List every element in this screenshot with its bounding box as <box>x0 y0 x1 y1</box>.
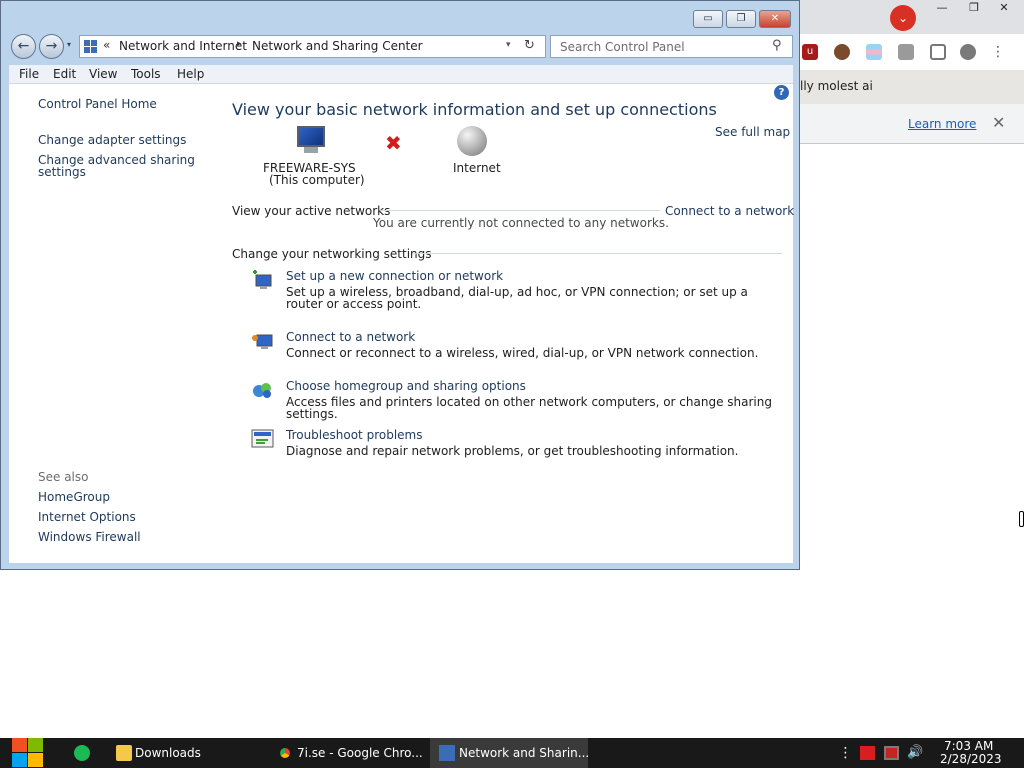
refresh-icon[interactable]: ↻ <box>524 38 535 53</box>
address-dropdown-icon[interactable]: ▾ <box>506 40 511 50</box>
clock-date[interactable]: 2/28/2023 <box>940 752 1002 766</box>
chrome-icon <box>277 745 293 761</box>
troubleshoot-icon <box>251 428 275 450</box>
chrome-title-bar: ⌄ — ❐ ✕ <box>798 0 1024 34</box>
setup-new-connection-desc: Set up a wireless, broadband, dial-up, a… <box>286 285 748 311</box>
profile-extension-icon[interactable] <box>834 44 850 60</box>
extensions-puzzle-icon[interactable] <box>898 44 914 60</box>
window-controls: ▭ ❐ ✕ <box>693 10 793 29</box>
internet-globe-icon <box>457 126 487 156</box>
menu-help[interactable]: Help <box>177 67 204 81</box>
breadcrumb-separator-icon[interactable]: ▸ <box>237 39 242 49</box>
close-button[interactable]: ✕ <box>759 10 791 28</box>
new-connection-icon <box>251 269 275 291</box>
chrome-menu-icon[interactable]: ⋮ <box>990 44 1006 60</box>
not-connected-message: You are currently not connected to any n… <box>373 216 669 230</box>
computer-subtitle-label: (This computer) <box>269 173 365 187</box>
action-center-flag-icon[interactable] <box>860 746 875 760</box>
breadcrumb-network-sharing-center[interactable]: Network and Sharing Center <box>252 39 423 53</box>
homegroup-link[interactable]: HomeGroup <box>38 491 110 503</box>
change-adapter-settings-link[interactable]: Change adapter settings <box>38 134 186 146</box>
account-avatar-icon[interactable] <box>960 44 976 60</box>
connect-to-network-task-link[interactable]: Connect to a network <box>286 330 415 344</box>
chrome-infobar: Learn more ✕ <box>798 104 1024 144</box>
active-networks-heading: View your active networks <box>232 204 391 218</box>
start-button[interactable] <box>10 738 44 768</box>
learn-more-link[interactable]: Learn more <box>908 117 976 131</box>
taskbar-item-label: 7i.se - Google Chro... <box>297 746 423 760</box>
see-full-map-link[interactable]: See full map <box>715 125 790 139</box>
internet-label: Internet <box>453 161 501 175</box>
recent-pages-dropdown[interactable]: ▾ <box>67 40 71 49</box>
chrome-minimize-button[interactable]: — <box>926 0 958 18</box>
taskbar: Downloads 7i.se - Google Chro... Network… <box>0 738 1024 768</box>
chrome-close-button[interactable]: ✕ <box>988 0 1020 18</box>
connect-to-network-desc: Connect or reconnect to a wireless, wire… <box>286 346 759 360</box>
spotify-taskbar-icon[interactable] <box>74 745 90 761</box>
network-sharing-center-window: ▭ ❐ ✕ ← → ▾ « Network and Internet ▸ Net… <box>0 0 800 570</box>
section-divider <box>413 253 782 254</box>
menu-tools[interactable]: Tools <box>131 67 161 81</box>
menu-view[interactable]: View <box>89 67 117 81</box>
control-panel-home-link[interactable]: Control Panel Home <box>38 98 157 110</box>
page-title: View your basic network information and … <box>232 100 717 119</box>
chrome-maximize-button[interactable]: ❐ <box>958 0 990 18</box>
volume-icon[interactable]: 🔊 <box>907 746 923 760</box>
homegroup-sharing-link[interactable]: Choose homegroup and sharing options <box>286 379 526 393</box>
help-icon[interactable]: ? <box>774 85 789 100</box>
side-panel-icon[interactable] <box>930 44 946 60</box>
taskbar-item-label: Network and Sharin... <box>459 746 590 760</box>
navigation-bar: ← → ▾ « Network and Internet ▸ Network a… <box>9 34 793 60</box>
infobar-close-icon[interactable]: ✕ <box>992 113 1005 132</box>
homegroup-icon <box>251 379 275 401</box>
internet-options-link[interactable]: Internet Options <box>38 511 136 523</box>
disconnected-x-icon[interactable]: ✖ <box>385 133 402 153</box>
taskbar-item-chrome[interactable]: 7i.se - Google Chro... <box>268 738 426 768</box>
chrome-partial-text: lly molest ai <box>800 79 873 93</box>
change-advanced-sharing-link[interactable]: Change advanced sharing settings <box>38 154 198 178</box>
taskbar-item-label: Downloads <box>135 746 201 760</box>
chrome-background-window: ⌄ — ❐ ✕ u ⋮ lly molest ai Learn more ✕ <box>798 0 1024 150</box>
ublock-icon[interactable]: u <box>802 44 818 60</box>
troubleshoot-problems-desc: Diagnose and repair network problems, or… <box>286 444 739 458</box>
address-bar[interactable]: « Network and Internet ▸ Network and Sha… <box>79 35 546 58</box>
menu-edit[interactable]: Edit <box>53 67 76 81</box>
content-area: Control Panel Home Change adapter settin… <box>9 84 794 563</box>
forward-button[interactable]: → <box>39 34 64 59</box>
chrome-toolbar: u ⋮ <box>798 34 1024 70</box>
search-input[interactable]: Search Control Panel <box>560 40 685 54</box>
chrome-tab-search-button[interactable]: ⌄ <box>890 5 916 31</box>
maximize-button[interactable]: ❐ <box>726 10 756 28</box>
flag-extension-icon[interactable] <box>866 44 882 60</box>
network-center-icon <box>439 745 455 761</box>
menu-bar: File Edit View Tools Help <box>9 65 793 84</box>
menu-file[interactable]: File <box>19 67 39 81</box>
see-also-heading: See also <box>38 470 89 484</box>
homegroup-sharing-desc: Access files and printers located on oth… <box>286 395 772 421</box>
breadcrumb-network-internet[interactable]: Network and Internet <box>119 39 247 53</box>
minimize-button[interactable]: ▭ <box>693 10 723 28</box>
mouse-cursor <box>1019 511 1024 527</box>
search-box[interactable]: Search Control Panel ⚲ <box>550 35 793 58</box>
control-panel-icon <box>84 40 98 53</box>
connect-to-network-link[interactable]: Connect to a network <box>665 204 794 218</box>
change-settings-heading: Change your networking settings <box>232 247 432 261</box>
chrome-page-strip: lly molest ai <box>798 70 1024 104</box>
taskbar-item-downloads[interactable]: Downloads <box>106 738 264 768</box>
taskbar-item-network-center[interactable]: Network and Sharin... <box>430 738 590 768</box>
windows-firewall-link[interactable]: Windows Firewall <box>38 531 141 543</box>
setup-new-connection-link[interactable]: Set up a new connection or network <box>286 269 503 283</box>
folder-icon <box>116 745 132 761</box>
network-disconnected-icon[interactable] <box>884 746 899 760</box>
tray-overflow-icon[interactable]: ⋮ <box>838 746 853 760</box>
troubleshoot-problems-link[interactable]: Troubleshoot problems <box>286 428 422 442</box>
left-navigation-pane: Control Panel Home Change adapter settin… <box>9 84 209 563</box>
search-icon[interactable]: ⚲ <box>772 38 782 53</box>
back-button[interactable]: ← <box>11 34 36 59</box>
section-divider <box>380 210 660 211</box>
address-overflow-chevron[interactable]: « <box>103 38 110 52</box>
computer-icon <box>295 126 327 154</box>
clock-time[interactable]: 7:03 AM <box>944 739 993 753</box>
connect-network-icon <box>251 330 275 352</box>
